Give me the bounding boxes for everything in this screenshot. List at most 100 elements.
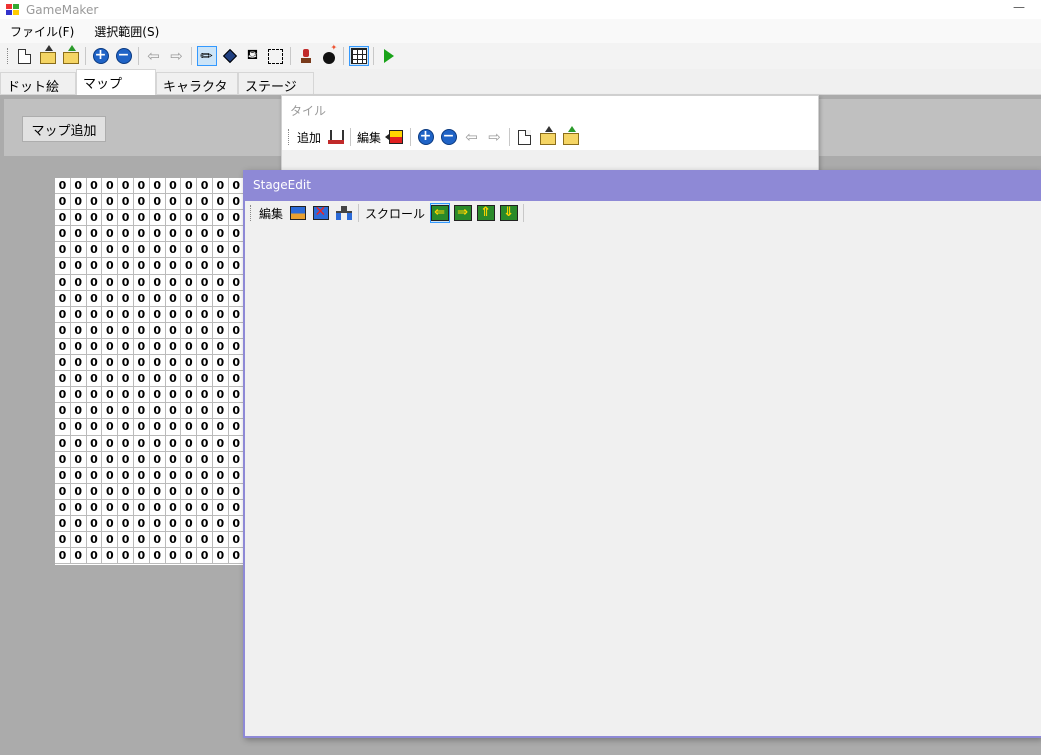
eraser-tool-button[interactable] — [220, 46, 240, 66]
map-cell[interactable]: 0 — [133, 322, 150, 339]
map-cell[interactable]: 0 — [55, 194, 71, 211]
map-cell[interactable]: 0 — [102, 532, 119, 549]
zoom-out-button[interactable]: − — [114, 46, 134, 66]
map-cell[interactable]: 0 — [181, 548, 198, 565]
map-cell[interactable]: 0 — [165, 419, 182, 436]
map-cell[interactable]: 0 — [55, 242, 71, 259]
map-cell[interactable]: 0 — [118, 242, 134, 259]
map-cell[interactable]: 0 — [149, 290, 166, 307]
map-cell[interactable]: 0 — [86, 322, 103, 339]
map-cell[interactable]: 0 — [212, 355, 229, 372]
map-cell[interactable]: 0 — [181, 387, 198, 404]
map-cell[interactable]: 0 — [133, 178, 150, 195]
select-tool-button[interactable] — [266, 46, 286, 66]
map-cell[interactable]: 0 — [197, 387, 213, 404]
map-cell[interactable]: 0 — [197, 338, 213, 356]
map-cell[interactable]: 0 — [212, 483, 229, 500]
tile-open-button[interactable] — [538, 126, 558, 147]
map-cell[interactable]: 0 — [149, 306, 166, 323]
bomb-tool-button[interactable] — [319, 43, 339, 66]
map-cell[interactable]: 0 — [149, 178, 166, 195]
stage-insert-button[interactable] — [334, 203, 354, 223]
map-cell[interactable]: 0 — [149, 194, 166, 211]
map-cell[interactable]: 0 — [118, 274, 134, 291]
map-cell[interactable]: 0 — [55, 371, 71, 388]
map-cell[interactable]: 0 — [212, 419, 229, 436]
menu-file[interactable]: ファイル(F) — [0, 23, 84, 40]
map-cell[interactable]: 0 — [181, 355, 198, 372]
map-cell[interactable]: 0 — [181, 371, 198, 388]
map-cell[interactable]: 0 — [197, 194, 213, 211]
map-cell[interactable]: 0 — [133, 467, 150, 484]
map-cell[interactable]: 0 — [118, 290, 134, 307]
map-cell[interactable]: 0 — [165, 210, 182, 227]
map-cell[interactable]: 0 — [86, 194, 103, 211]
map-cell[interactable]: 0 — [212, 210, 229, 227]
map-cell[interactable]: 0 — [102, 419, 119, 436]
map-cell[interactable]: 0 — [55, 515, 71, 533]
map-cell[interactable]: 0 — [149, 371, 166, 388]
play-button[interactable] — [379, 46, 399, 66]
map-cell[interactable]: 0 — [165, 532, 182, 549]
map-cell[interactable]: 0 — [165, 467, 182, 484]
map-cell[interactable]: 0 — [165, 178, 182, 195]
map-cell[interactable]: 0 — [212, 306, 229, 323]
map-cell[interactable]: 0 — [212, 515, 229, 533]
map-cell[interactable]: 0 — [197, 355, 213, 372]
map-cell[interactable]: 0 — [55, 290, 71, 307]
map-cell[interactable]: 0 — [133, 274, 150, 291]
map-cell[interactable]: 0 — [102, 290, 119, 307]
map-cell[interactable]: 0 — [197, 403, 213, 420]
map-cell[interactable]: 0 — [70, 515, 87, 533]
map-cell[interactable]: 0 — [165, 371, 182, 388]
map-cell[interactable]: 0 — [86, 355, 103, 372]
map-cell[interactable]: 0 — [133, 532, 150, 549]
map-cell[interactable]: 0 — [55, 532, 71, 549]
map-cell[interactable]: 0 — [70, 532, 87, 549]
scroll-right-button[interactable]: ⇒ — [453, 203, 473, 223]
map-cell[interactable]: 0 — [118, 226, 134, 243]
map-cell[interactable]: 0 — [212, 338, 229, 356]
map-cell[interactable]: 0 — [181, 274, 198, 291]
map-cell[interactable]: 0 — [212, 387, 229, 404]
map-cell[interactable]: 0 — [102, 355, 119, 372]
map-cell[interactable]: 0 — [86, 483, 103, 500]
map-cell[interactable]: 0 — [118, 515, 134, 533]
map-cell[interactable]: 0 — [133, 548, 150, 565]
map-cell[interactable]: 0 — [197, 226, 213, 243]
tile-zoom-out-button[interactable]: − — [439, 127, 459, 147]
map-cell[interactable]: 0 — [70, 306, 87, 323]
map-cell[interactable]: 0 — [118, 435, 134, 452]
map-cell[interactable]: 0 — [86, 499, 103, 516]
map-cell[interactable]: 0 — [118, 532, 134, 549]
map-cell[interactable]: 0 — [181, 419, 198, 436]
map-cell[interactable]: 0 — [181, 226, 198, 243]
map-cell[interactable]: 0 — [165, 258, 182, 275]
map-cell[interactable]: 0 — [86, 467, 103, 484]
map-cell[interactable]: 0 — [165, 499, 182, 516]
map-cell[interactable]: 0 — [118, 499, 134, 516]
map-cell[interactable]: 0 — [70, 178, 87, 195]
map-cell[interactable]: 0 — [70, 403, 87, 420]
tile-next-button[interactable]: ⇨ — [485, 127, 505, 147]
map-cell[interactable]: 0 — [118, 467, 134, 484]
map-cell[interactable]: 0 — [133, 210, 150, 227]
map-cell[interactable]: 0 — [102, 210, 119, 227]
new-file-button[interactable] — [15, 46, 35, 66]
map-cell[interactable]: 0 — [102, 194, 119, 211]
tile-prev-button[interactable]: ⇦ — [462, 127, 482, 147]
map-cell[interactable]: 0 — [70, 451, 87, 468]
map-cell[interactable]: 0 — [181, 532, 198, 549]
map-cell[interactable]: 0 — [165, 338, 182, 356]
map-cell[interactable]: 0 — [212, 403, 229, 420]
map-cell[interactable]: 0 — [133, 194, 150, 211]
map-cell[interactable]: 0 — [165, 242, 182, 259]
map-cell[interactable]: 0 — [133, 371, 150, 388]
map-cell[interactable]: 0 — [70, 435, 87, 452]
tile-new-button[interactable] — [515, 127, 535, 147]
tab-dot-art[interactable]: ドット絵 — [0, 72, 76, 95]
map-cell[interactable]: 0 — [86, 532, 103, 549]
map-cell[interactable]: 0 — [102, 483, 119, 500]
map-cell[interactable]: 0 — [86, 338, 103, 356]
map-cell[interactable]: 0 — [197, 515, 213, 533]
